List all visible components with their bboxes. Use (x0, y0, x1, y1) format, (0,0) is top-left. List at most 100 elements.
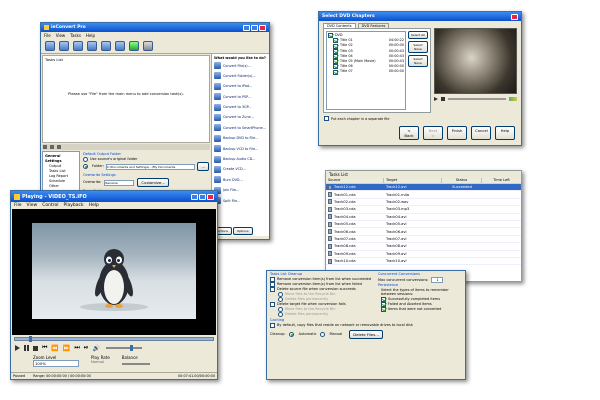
dvd-titlebar[interactable]: Select DVD Chapters (319, 12, 521, 21)
browse-output-button[interactable]: ... (197, 162, 209, 171)
dvd-title-item[interactable]: Title 07 00:00:00 (328, 69, 404, 75)
finish-button[interactable]: Finish (447, 126, 467, 140)
mute-icon[interactable]: 🔊 (93, 345, 100, 352)
col-status[interactable]: Status (442, 178, 482, 183)
dvd-close-icon[interactable] (511, 13, 518, 20)
action-item[interactable]: Burn DVD... (214, 176, 267, 184)
tree-item-other[interactable]: Other (45, 184, 77, 189)
max-concurrent-spinner[interactable]: 1 (431, 277, 444, 283)
menu-file[interactable]: File (44, 33, 51, 38)
close-icon[interactable] (259, 24, 266, 31)
volume-slider[interactable] (106, 345, 143, 351)
seek-bar[interactable] (14, 336, 214, 342)
col-time-left[interactable]: Time Left (482, 178, 521, 183)
col-source[interactable]: Source (326, 178, 384, 183)
cancel-button[interactable]: Cancel (471, 126, 491, 140)
help-icon[interactable] (143, 41, 153, 51)
action-item[interactable]: Convert File(s)... (214, 62, 267, 69)
separate-file-checkbox[interactable] (324, 116, 329, 121)
add-folder-icon[interactable] (59, 41, 69, 51)
pause-button-icon[interactable] (24, 345, 29, 351)
play-button-icon[interactable] (15, 345, 20, 351)
prev-chapter-icon[interactable]: ⏮ (42, 344, 47, 352)
tab-options[interactable]: Options (232, 227, 253, 235)
action-item[interactable]: Convert Folder(s)... (214, 72, 267, 80)
task-row[interactable]: Track06.cda Track06.avi (326, 228, 521, 236)
dvd-title-checkbox[interactable] (333, 69, 338, 75)
tree-item-general[interactable]: General Settings (45, 154, 77, 164)
delete-perm-radio[interactable] (278, 297, 283, 302)
action-item[interactable]: Convert to Zune... (214, 113, 267, 121)
action-item[interactable]: Split File... (214, 197, 267, 205)
action-item[interactable]: Backup VCD to File... (214, 145, 267, 153)
task-row[interactable]: Track03.cda Track03.mp3 (326, 206, 521, 214)
player-close-icon[interactable] (207, 193, 214, 200)
action-item[interactable]: Convert to iPod... (214, 82, 267, 90)
menu-tasks[interactable]: Tasks (70, 33, 81, 38)
converter-titlebar[interactable]: ieConvert Pro (41, 23, 269, 32)
col-target[interactable]: Target (384, 178, 442, 183)
select-none-button-2[interactable]: Select None (408, 55, 428, 67)
zoom-select[interactable]: 100% (33, 360, 79, 367)
seek-thumb[interactable] (29, 336, 32, 342)
player-menu-view[interactable]: View (27, 203, 38, 208)
preview-play-icon[interactable] (434, 97, 438, 101)
delete-icon[interactable] (57, 145, 61, 149)
preview-seek-slider[interactable] (448, 98, 506, 100)
task-row[interactable]: Track01.cda Track01.m4a (326, 191, 521, 199)
overwrite-select[interactable]: Rename (104, 179, 135, 186)
player-titlebar[interactable]: Playing - VIDEO_TS.IFO (11, 191, 217, 202)
customize-button[interactable]: Customize... (137, 178, 169, 187)
output-folder-field[interactable]: C:\Documents and Settings\...\My Documen… (105, 163, 196, 170)
select-none-button[interactable]: Select None (408, 41, 428, 53)
persist-unconverted-checkbox[interactable] (381, 306, 386, 312)
play-icon[interactable] (129, 41, 139, 51)
move-up-icon[interactable] (43, 145, 47, 149)
delete-target-checkbox[interactable] (270, 302, 275, 307)
task-row[interactable]: Track04.cda Track04.avi (326, 214, 521, 221)
help-button[interactable]: Help (495, 126, 515, 140)
action-item[interactable]: Convert to 3GP... (214, 103, 267, 111)
action-item[interactable]: Backup DVD to File... (214, 134, 267, 142)
select-all-button[interactable]: Select All (408, 31, 428, 39)
back-button[interactable]: < Back (399, 126, 419, 140)
fast-forward-icon[interactable]: ⏩ (63, 345, 70, 352)
action-item[interactable]: Join File... (214, 186, 267, 194)
minimize-icon[interactable] (243, 24, 250, 31)
player-minimize-icon[interactable] (191, 193, 198, 200)
action-item[interactable]: Create VCD... (214, 165, 267, 173)
task-row[interactable]: Track08.cda Track08.avi (326, 243, 521, 251)
stop-icon[interactable] (87, 41, 97, 51)
action-item[interactable]: Backup Audio CD... (214, 155, 267, 163)
folder-radio[interactable] (83, 164, 88, 169)
convert-icon[interactable] (73, 41, 83, 51)
preview-stop-icon[interactable] (441, 97, 445, 101)
task-row[interactable]: Track12.cda Track12.avi Succeeded (326, 184, 521, 192)
frame-step-icon[interactable]: ⏯ (84, 344, 89, 352)
video-area[interactable] (12, 209, 216, 335)
same-folder-radio[interactable] (83, 157, 88, 162)
task-row[interactable]: Track09.cda Track09.avi (326, 251, 521, 258)
rewind-icon[interactable]: ⏪ (51, 345, 58, 352)
menu-view[interactable]: View (56, 33, 66, 38)
manual-radio[interactable] (319, 332, 325, 337)
maximize-icon[interactable] (251, 24, 258, 31)
stop-button-icon[interactable] (33, 345, 38, 351)
auto-radio[interactable] (288, 332, 294, 337)
add-file-icon[interactable] (45, 41, 55, 51)
move-down-icon[interactable] (50, 145, 54, 149)
next-button[interactable]: Next > (423, 126, 443, 140)
task-row[interactable]: Track07.cda Track07.avi (326, 236, 521, 244)
delete-source-checkbox[interactable] (270, 287, 275, 292)
remove-icon[interactable] (101, 41, 111, 51)
delete-perm-radio-2[interactable] (278, 312, 283, 317)
balance-slider[interactable] (121, 363, 150, 365)
action-item[interactable]: Convert to SmartPhone... (214, 124, 267, 132)
task-row[interactable]: Track10.cda Track10.avi (326, 258, 521, 266)
task-row[interactable]: Track02.cda Track02.wav (326, 199, 521, 207)
task-row[interactable]: Track05.cda Track05.avi (326, 221, 521, 229)
player-menu-playback[interactable]: Playback (64, 203, 84, 208)
menu-help[interactable]: Help (86, 33, 95, 38)
next-chapter-icon[interactable]: ⏭ (74, 344, 79, 352)
settings-icon[interactable] (115, 41, 125, 51)
